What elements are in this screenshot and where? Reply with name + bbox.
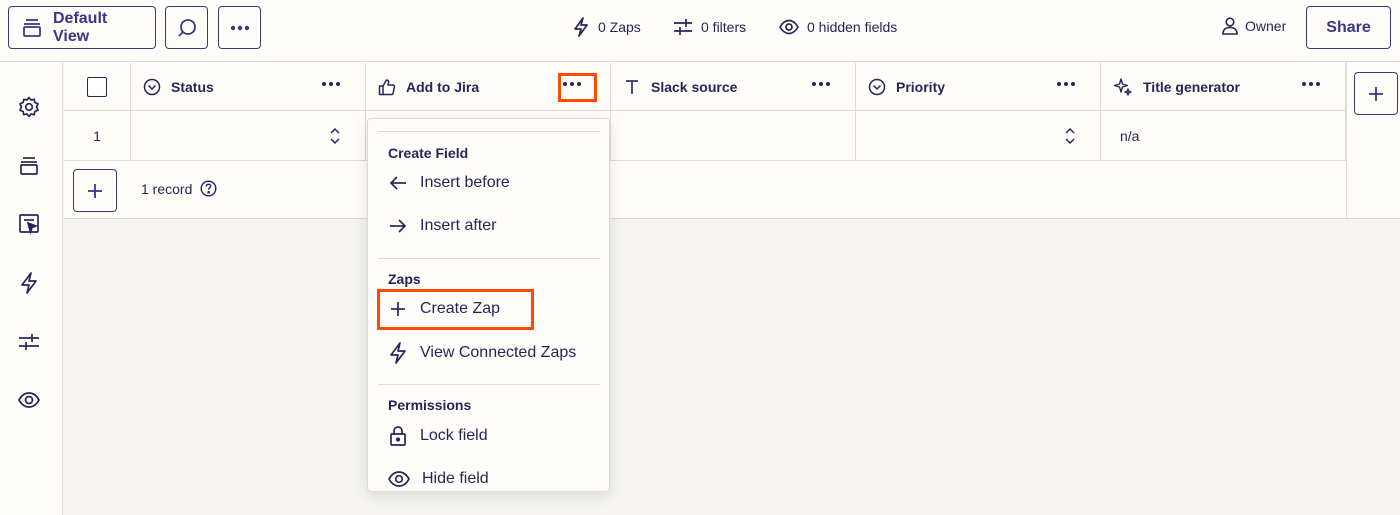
add-field-button[interactable] bbox=[1354, 72, 1398, 115]
more-horizontal-icon bbox=[229, 24, 251, 32]
menu-item-lock-field[interactable]: Lock field bbox=[388, 424, 488, 448]
column-header-label: Title generator bbox=[1143, 78, 1240, 95]
text-icon bbox=[623, 78, 641, 96]
owner-label: Owner bbox=[1245, 18, 1287, 34]
lock-icon bbox=[388, 425, 408, 447]
user-icon bbox=[1222, 17, 1238, 35]
create-zap-highlight bbox=[377, 289, 534, 330]
plus-icon bbox=[87, 183, 103, 199]
column-header-label: Add to Jira bbox=[406, 78, 480, 95]
table-footer: 1 record bbox=[64, 161, 1346, 219]
column-header-title-generator[interactable]: Title generator bbox=[1101, 63, 1346, 111]
dropdown-circle-icon bbox=[143, 78, 161, 96]
view-selector-button[interactable]: Default View bbox=[8, 6, 156, 49]
cell-title-generator-value: n/a bbox=[1120, 127, 1140, 144]
lightning-icon bbox=[388, 342, 408, 364]
column-header-label: Status bbox=[171, 78, 214, 95]
lightning-icon bbox=[572, 17, 590, 37]
filters-icon[interactable] bbox=[17, 330, 41, 354]
eye-icon bbox=[388, 470, 410, 488]
plus-icon bbox=[1368, 86, 1384, 102]
menu-item-label: View Connected Zaps bbox=[420, 344, 577, 361]
arrow-left-icon bbox=[388, 173, 408, 193]
column-menu-icon[interactable] bbox=[321, 81, 341, 87]
menu-divider bbox=[378, 258, 600, 259]
select-all-cell bbox=[64, 63, 131, 111]
interface-icon[interactable] bbox=[17, 212, 41, 236]
select-updown-icon bbox=[329, 127, 341, 145]
column-menu-icon[interactable] bbox=[811, 81, 831, 87]
search-button[interactable] bbox=[165, 6, 208, 49]
menu-divider bbox=[378, 384, 600, 385]
view-selector-label: Default View bbox=[53, 9, 108, 45]
eye-icon bbox=[779, 19, 799, 35]
zaps-count[interactable]: 0 Zaps bbox=[572, 17, 641, 37]
select-all-checkbox[interactable] bbox=[87, 76, 107, 97]
lightning-icon[interactable] bbox=[17, 271, 41, 295]
owner-indicator[interactable]: Owner bbox=[1222, 17, 1286, 35]
filters-icon bbox=[673, 18, 693, 36]
menu-section-zaps: Zaps bbox=[388, 271, 421, 287]
column-header-label: Priority bbox=[896, 78, 946, 95]
views-icon bbox=[21, 17, 43, 39]
menu-section-permissions: Permissions bbox=[388, 397, 472, 413]
column-header-status[interactable]: Status bbox=[131, 63, 366, 111]
hidden-fields-label: 0 hidden fields bbox=[807, 19, 898, 35]
cell-priority[interactable] bbox=[856, 111, 1101, 161]
menu-item-label: Hide field bbox=[422, 470, 489, 487]
cell-title-generator[interactable]: n/a bbox=[1101, 111, 1346, 161]
add-record-button[interactable] bbox=[73, 169, 117, 212]
row-number-cell[interactable]: 1 bbox=[64, 111, 131, 161]
menu-item-label: Insert before bbox=[420, 174, 510, 191]
menu-item-insert-after[interactable]: Insert after bbox=[388, 214, 496, 238]
row-number: 1 bbox=[93, 127, 101, 144]
add-field-column bbox=[1346, 63, 1400, 219]
dropdown-circle-icon bbox=[868, 78, 886, 96]
more-options-button[interactable] bbox=[218, 6, 261, 49]
menu-item-view-connected-zaps[interactable]: View Connected Zaps bbox=[388, 341, 576, 365]
menu-divider bbox=[378, 131, 600, 132]
menu-item-hide-field[interactable]: Hide field bbox=[388, 467, 489, 491]
menu-item-label: Lock field bbox=[420, 427, 488, 444]
search-icon bbox=[176, 17, 198, 39]
eye-icon[interactable] bbox=[17, 388, 41, 412]
filters-count[interactable]: 0 filters bbox=[673, 17, 746, 37]
filters-count-label: 0 filters bbox=[701, 19, 747, 35]
sparkle-icon bbox=[1113, 77, 1133, 97]
cell-slack-source[interactable] bbox=[611, 111, 856, 161]
hidden-fields-count[interactable]: 0 hidden fields bbox=[779, 17, 897, 37]
menu-item-insert-before[interactable]: Insert before bbox=[388, 171, 510, 195]
share-button[interactable]: Share bbox=[1306, 6, 1391, 49]
cell-status[interactable] bbox=[131, 111, 366, 161]
top-toolbar: Default View 0 Zaps 0 filters 0 hidden f… bbox=[0, 0, 1400, 62]
thumbs-up-icon bbox=[378, 78, 396, 96]
arrow-right-icon bbox=[388, 216, 408, 236]
select-updown-icon bbox=[1064, 127, 1076, 145]
zaps-count-label: 0 Zaps bbox=[598, 19, 641, 35]
data-table: Status Add to Jira Slack source Priority bbox=[64, 63, 1400, 219]
column-menu-icon[interactable] bbox=[1301, 81, 1321, 87]
column-header-slack-source[interactable]: Slack source bbox=[611, 63, 856, 111]
views-icon[interactable] bbox=[17, 154, 41, 178]
record-count: 1 record bbox=[141, 180, 217, 197]
menu-section-create-field: Create Field bbox=[388, 145, 469, 161]
left-sidebar bbox=[0, 63, 63, 515]
help-icon[interactable] bbox=[200, 180, 217, 197]
record-count-label: 1 record bbox=[141, 180, 193, 197]
column-menu-highlight bbox=[558, 73, 597, 102]
column-header-label: Slack source bbox=[651, 78, 738, 95]
column-menu-icon[interactable] bbox=[1056, 81, 1076, 87]
menu-item-label: Insert after bbox=[420, 217, 497, 234]
column-header-priority[interactable]: Priority bbox=[856, 63, 1101, 111]
gear-icon[interactable] bbox=[17, 95, 41, 119]
